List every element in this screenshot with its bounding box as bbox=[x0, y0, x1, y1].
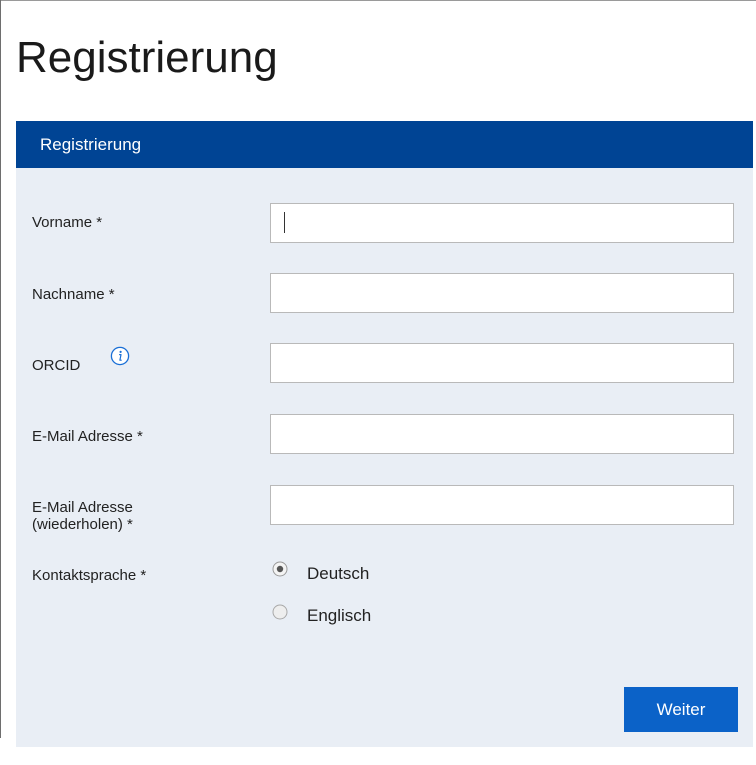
radio-deutsch[interactable] bbox=[272, 561, 288, 577]
email-repeat-label-line2: (wiederholen) * bbox=[32, 516, 133, 533]
radio-englisch-label[interactable]: Englisch bbox=[307, 605, 371, 627]
text-cursor bbox=[284, 212, 285, 233]
email-input[interactable] bbox=[270, 414, 734, 454]
page-title: Registrierung bbox=[16, 33, 278, 82]
first-name-label: Vorname * bbox=[32, 214, 103, 231]
panel-header: Registrierung bbox=[16, 121, 753, 168]
last-name-input[interactable] bbox=[270, 273, 734, 313]
info-icon[interactable] bbox=[110, 346, 130, 366]
last-name-label: Nachname * bbox=[32, 286, 115, 303]
orcid-label: ORCID bbox=[32, 357, 81, 374]
registration-form-panel bbox=[16, 168, 753, 747]
radio-englisch[interactable] bbox=[272, 604, 288, 620]
first-name-input[interactable] bbox=[270, 203, 734, 243]
panel-header-label: Registrierung bbox=[40, 135, 142, 154]
email-label: E-Mail Adresse * bbox=[32, 428, 143, 445]
orcid-input[interactable] bbox=[270, 343, 734, 383]
weiter-button[interactable]: Weiter bbox=[624, 687, 738, 732]
window-top-border bbox=[0, 0, 756, 1]
radio-deutsch-label[interactable]: Deutsch bbox=[307, 563, 369, 585]
window-left-border bbox=[0, 0, 1, 738]
email-repeat-input[interactable] bbox=[270, 485, 734, 525]
contact-language-label: Kontaktsprache * bbox=[32, 567, 147, 584]
